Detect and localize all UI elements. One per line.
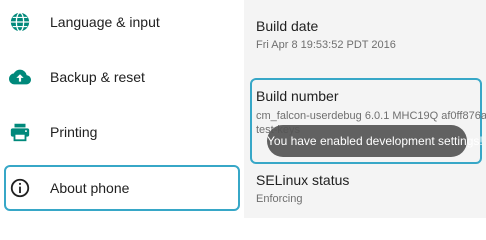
settings-item-label: Language & input: [50, 14, 160, 30]
selinux-title: SELinux status: [256, 172, 350, 188]
build-number-title: Build number: [256, 88, 339, 104]
toast-message: You have enabled development settings!: [267, 125, 483, 157]
about-phone-details: Build date Fri Apr 8 19:53:52 PDT 2016 B…: [244, 0, 486, 218]
settings-item-label: Backup & reset: [50, 69, 145, 85]
build-date-value: Fri Apr 8 19:53:52 PDT 2016: [256, 39, 396, 51]
selinux-value: Enforcing: [256, 193, 303, 205]
cloud-upload-icon: [9, 69, 31, 85]
info-icon: [10, 178, 30, 198]
globe-icon: [10, 12, 30, 32]
settings-item-language-input[interactable]: Language & input: [0, 2, 244, 42]
settings-item-about-phone[interactable]: About phone: [0, 168, 244, 208]
printer-icon: [10, 123, 30, 142]
settings-item-printing[interactable]: Printing: [0, 112, 244, 152]
settings-list: Language & input Backup & reset Printing…: [0, 0, 244, 218]
build-number-value: cm_falcon-userdebug 6.0.1 MHC19Q af0ff87…: [256, 110, 486, 122]
build-date-title: Build date: [256, 18, 319, 34]
settings-item-backup-reset[interactable]: Backup & reset: [0, 57, 244, 97]
settings-item-label: About phone: [50, 180, 130, 196]
settings-item-label: Printing: [50, 124, 98, 140]
